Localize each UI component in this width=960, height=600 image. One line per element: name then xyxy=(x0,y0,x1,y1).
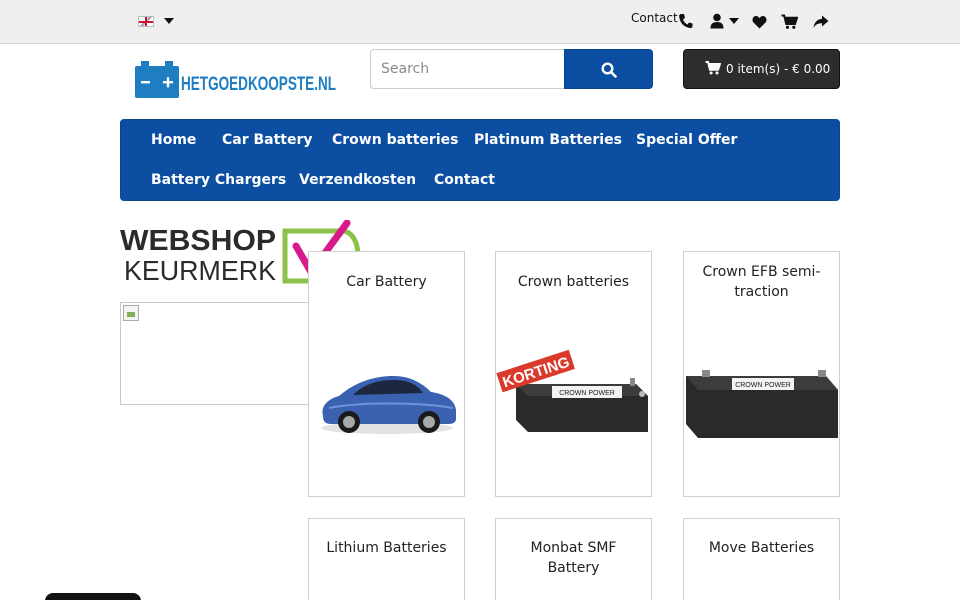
nav-item-home[interactable]: Home xyxy=(151,132,196,148)
share-icon[interactable] xyxy=(813,12,829,32)
cart-icon xyxy=(705,61,721,75)
broken-image-icon xyxy=(123,305,139,321)
category-card-crown-batteries[interactable]: Crown batteries CROWN POWER KORTING xyxy=(495,251,652,497)
contact-link[interactable]: Contact xyxy=(631,11,678,25)
cart-icon[interactable] xyxy=(781,12,798,32)
category-card-move-batteries[interactable]: Move Batteries xyxy=(683,518,840,600)
heart-icon[interactable] xyxy=(752,12,767,32)
nav-item-crown-batteries[interactable]: Crown batteries xyxy=(332,132,458,148)
category-title: Crown EFB semi-traction xyxy=(702,264,821,300)
top-bar: Contact xyxy=(0,0,960,44)
logo-text: HETGOEDKOOPSTE.NL xyxy=(181,74,336,95)
keurmerk-line2: KEURMERK xyxy=(124,255,276,285)
keurmerk-line1: WEBSHOP xyxy=(120,225,276,257)
nav-item-special-offer[interactable]: Special Offer xyxy=(636,132,737,148)
battery-brand-label: CROWN POWER xyxy=(559,390,615,397)
search-input[interactable] xyxy=(370,49,565,89)
category-title: Car Battery xyxy=(346,274,427,290)
battery-image: CROWN POWER xyxy=(686,370,838,438)
category-card-crown-efb[interactable]: Crown EFB semi-traction CROWN POWER xyxy=(683,251,840,497)
category-title: Move Batteries xyxy=(708,540,815,556)
main-navigation: Home Car Battery Crown batteries Platinu… xyxy=(120,119,840,201)
nav-item-platinum-batteries[interactable]: Platinum Batteries xyxy=(474,132,622,148)
category-title: Lithium Batteries xyxy=(326,540,447,556)
phone-icon[interactable] xyxy=(678,11,693,31)
nav-item-car-battery[interactable]: Car Battery xyxy=(222,132,313,148)
uk-flag-icon[interactable] xyxy=(138,16,154,27)
site-logo[interactable]: HETGOEDKOOPSTE.NL xyxy=(134,61,339,99)
car-image xyxy=(321,376,456,434)
nav-item-battery-chargers[interactable]: Battery Chargers xyxy=(151,172,286,188)
cart-summary: 0 item(s) - € 0.00 xyxy=(726,62,831,76)
category-card-car-battery[interactable]: Car Battery xyxy=(308,251,465,497)
cart-button[interactable]: 0 item(s) - € 0.00 xyxy=(683,49,840,89)
category-title: Crown batteries xyxy=(517,274,630,290)
chat-widget[interactable] xyxy=(45,593,141,600)
category-card-lithium-batteries[interactable]: Lithium Batteries xyxy=(308,518,465,600)
battery-image: CROWN POWER KORTING xyxy=(496,349,648,432)
language-caret-icon[interactable] xyxy=(164,18,174,24)
category-card-monbat-smf[interactable]: Monbat SMF Battery xyxy=(495,518,652,600)
battery-brand-label: CROWN POWER xyxy=(735,382,791,389)
nav-item-verzendkosten[interactable]: Verzendkosten xyxy=(299,172,416,188)
nav-item-contact[interactable]: Contact xyxy=(434,172,495,188)
user-caret-icon[interactable] xyxy=(729,18,739,24)
category-title: Monbat SMF Battery xyxy=(530,540,617,576)
search-button[interactable] xyxy=(564,49,653,89)
broken-image xyxy=(120,302,319,405)
search-icon xyxy=(601,62,617,78)
user-icon[interactable] xyxy=(710,11,724,31)
